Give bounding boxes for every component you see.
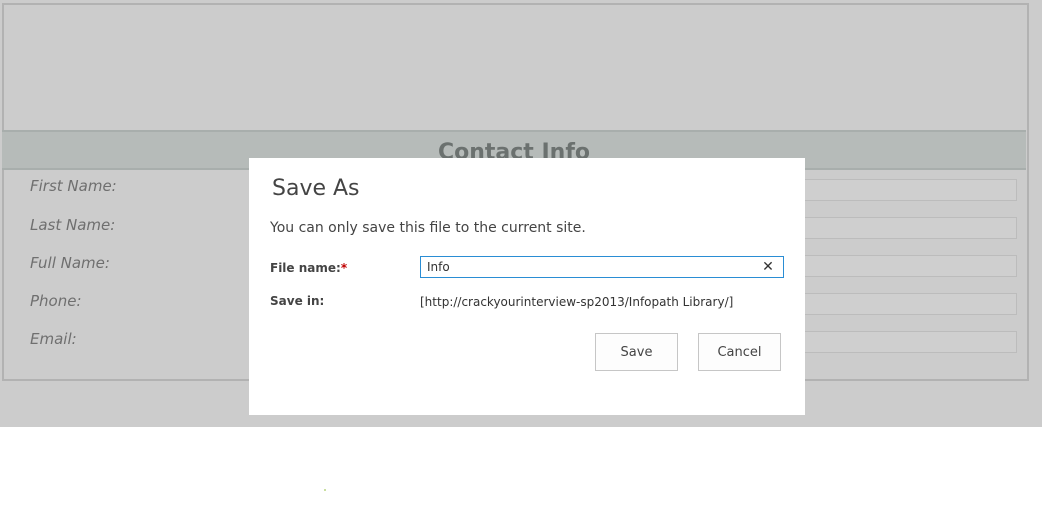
file-name-label-text: File name: <box>270 261 341 275</box>
save-button[interactable]: Save <box>595 333 678 371</box>
file-name-input[interactable] <box>420 256 784 278</box>
save-in-label: Save in: <box>270 294 325 308</box>
save-in-path: [http://crackyourinterview-sp2013/Infopa… <box>420 295 734 309</box>
last-name-label: Last Name: <box>30 216 116 234</box>
save-as-dialog: Save As You can only save this file to t… <box>249 158 805 415</box>
close-icon[interactable]: ✕ <box>759 258 777 276</box>
file-name-label: File name:* <box>270 261 347 275</box>
full-name-label: Full Name: <box>30 254 110 272</box>
email-label: Email: <box>30 330 77 348</box>
stray-pixel <box>324 489 326 491</box>
cancel-button[interactable]: Cancel <box>698 333 781 371</box>
required-marker: * <box>340 261 348 275</box>
first-name-label: First Name: <box>30 177 117 195</box>
phone-label: Phone: <box>30 292 82 310</box>
dialog-title: Save As <box>272 176 360 201</box>
dialog-message: You can only save this file to the curre… <box>270 220 586 236</box>
